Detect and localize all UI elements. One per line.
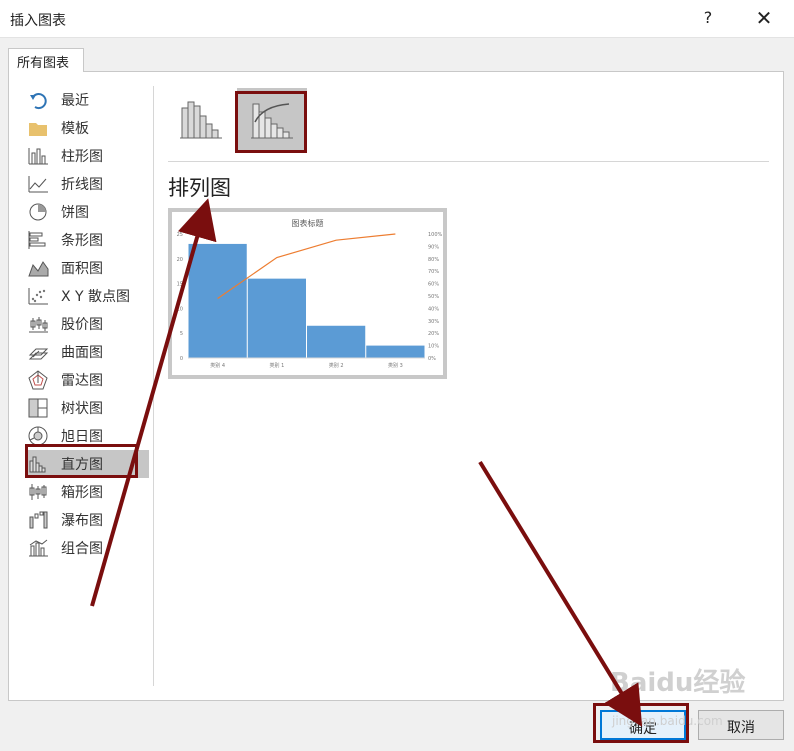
arrow-to-ok (478, 460, 643, 727)
tab-all-charts[interactable]: 所有图表 (8, 48, 84, 72)
arrow-to-heading (90, 198, 217, 607)
annotation-arrows (90, 198, 643, 727)
